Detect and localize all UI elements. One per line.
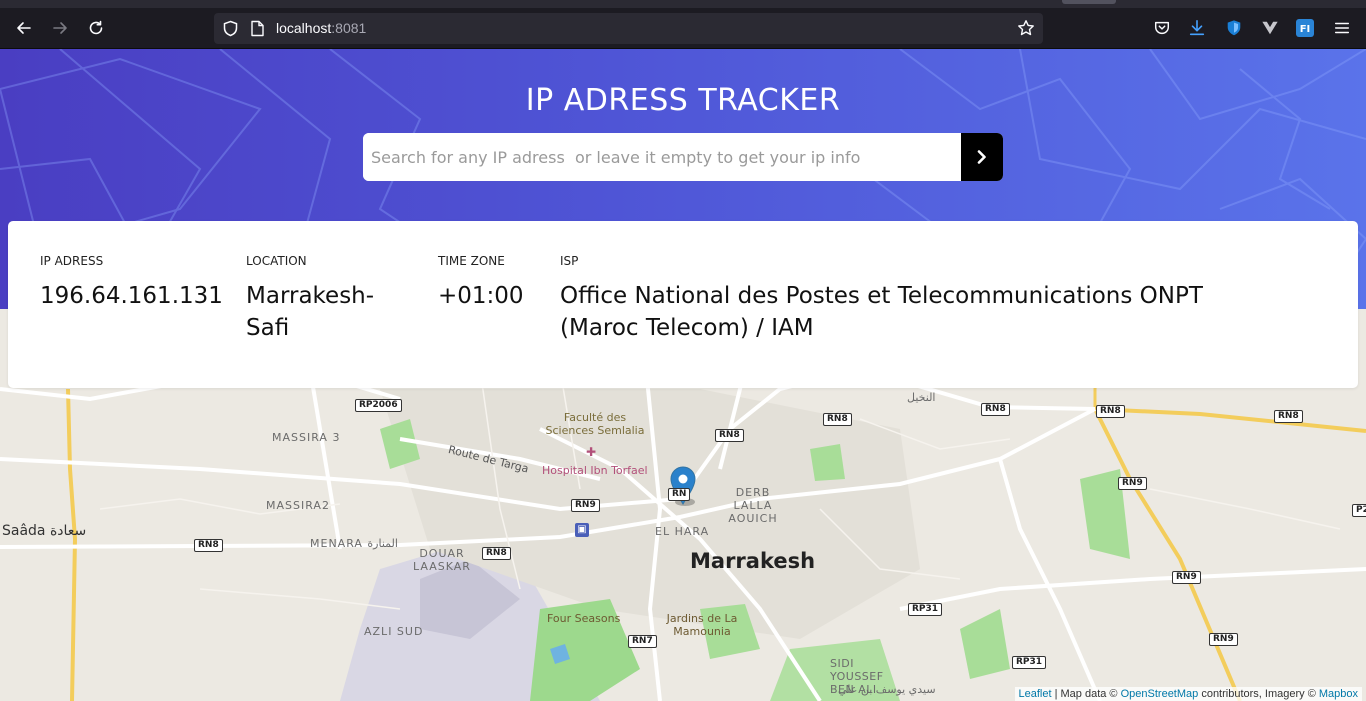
map-label-derb-lalla: DERB LALLA AOUICH (728, 486, 778, 525)
chevron-right-icon (977, 150, 986, 164)
forward-button[interactable] (46, 14, 74, 42)
road-shield-rp31: RP31 (908, 603, 943, 616)
map-label-sidi-youssef-arabic: سيدي يوسف بن علي (838, 683, 936, 696)
tab-strip (0, 0, 1366, 8)
bitwarden-extension-icon[interactable] (1224, 18, 1244, 38)
attribution-separator: | Map data © (1051, 688, 1121, 700)
map-label-menara: MENARA المنارة (310, 537, 398, 550)
location-value: Marrakesh-Safi (246, 283, 375, 341)
road-shield-rn8: RN8 (715, 429, 744, 442)
pocket-icon[interactable] (1152, 18, 1172, 38)
road-shield-rn8: RN8 (1096, 405, 1125, 418)
map-label-faculte: Faculté des Sciences Semlalia (545, 411, 645, 437)
road-shield-rp31: RP31 (1012, 656, 1047, 669)
attribution-middle: contributors, Imagery © (1198, 688, 1319, 700)
road-shield-p2: P2 (1352, 504, 1366, 517)
isp-value: Office National des Postes et Telecommun… (560, 283, 1203, 341)
road-shield-rn8: RN8 (823, 413, 852, 426)
road-shield-rn9: RN9 (571, 499, 600, 512)
map-label-saada-latin: Saâda (2, 523, 46, 539)
road-shield-rn9: RN9 (1172, 571, 1201, 584)
map-label-menara-arabic: المنارة (367, 537, 398, 550)
downloads-icon[interactable] (1187, 18, 1207, 38)
road-shield-rp2006: RP2006 (355, 399, 402, 412)
search-form (363, 133, 1003, 181)
timezone-label: TIME ZONE (438, 254, 505, 268)
map-label-jardins: Jardins de La Mamounia (666, 612, 738, 638)
extension-fi-icon[interactable]: FI (1295, 18, 1315, 38)
vue-devtools-icon[interactable] (1260, 18, 1280, 38)
train-station-icon: ▣ (575, 523, 589, 537)
map-label-massira3: MASSIRA 3 (272, 431, 341, 444)
page-info-icon[interactable] (250, 20, 265, 37)
forward-arrow-icon (53, 22, 67, 34)
map-label-four-seasons: Four Seasons (547, 612, 621, 625)
map-attribution: Leaflet | Map data © OpenStreetMap contr… (1014, 687, 1362, 701)
map-label-hospital: Hospital Ibn Torfael (542, 464, 648, 477)
map-label-city: Marrakesh (690, 549, 816, 573)
back-button[interactable] (10, 14, 38, 42)
search-submit-button[interactable] (961, 133, 1003, 181)
park-palmeraie (960, 609, 1010, 679)
road-shield-rn8: RN8 (482, 547, 511, 560)
ip-search-input[interactable] (363, 133, 961, 181)
browser-toolbar: localhost:8081 FI (0, 0, 1366, 49)
back-arrow-icon (17, 22, 31, 34)
map-label-douar-laaskar: DOUAR LAASKAR (413, 547, 471, 573)
road-shield-rn9: RN9 (1118, 477, 1147, 490)
isp-section: ISP Office National des Postes et Teleco… (560, 254, 1280, 344)
park-center (810, 444, 845, 481)
ip-info-card: IP ADRESS 196.64.161.131 LOCATION Marrak… (8, 221, 1358, 388)
road-shield-rn9: RN9 (1209, 633, 1238, 646)
map-label-menara-latin: MENARA (310, 537, 363, 550)
location-section: LOCATION Marrakesh-Safi (246, 254, 396, 344)
isp-label: ISP (560, 254, 579, 268)
ip-address-label: IP ADRESS (40, 254, 104, 268)
menu-hamburger-icon[interactable] (1332, 18, 1352, 38)
reload-button[interactable] (82, 14, 110, 42)
bookmark-star-icon[interactable] (1017, 19, 1035, 37)
road-shield-rn8: RN8 (981, 403, 1010, 416)
url-text[interactable]: localhost:8081 (276, 20, 366, 36)
location-label: LOCATION (246, 254, 307, 268)
road-rn8-east (1094, 407, 1366, 433)
road-shield-rn: RN (668, 488, 691, 501)
svg-text:FI: FI (1300, 24, 1311, 35)
road-shield-rn8: RN8 (1274, 410, 1303, 423)
map-label-saada-arabic: سعادة (49, 523, 87, 539)
reload-icon (89, 20, 103, 35)
openstreetmap-link[interactable]: OpenStreetMap (1121, 688, 1199, 700)
tab-indicator[interactable] (1062, 0, 1116, 4)
map-label-azli-sud: AZLI SUD (364, 625, 424, 638)
map-label-el-hara: EL HARA (655, 525, 710, 538)
address-bar[interactable]: localhost:8081 (214, 13, 1043, 44)
ip-address-value: 196.64.161.131 (40, 283, 223, 309)
map-label-saada: Saâda سعادة (2, 523, 86, 539)
timezone-section: TIME ZONE +01:00 (438, 254, 548, 312)
mapbox-link[interactable]: Mapbox (1319, 688, 1358, 700)
ip-address-section: IP ADRESS 196.64.161.131 (40, 254, 230, 312)
road-shield-rn7: RN7 (628, 635, 657, 648)
map-label-nakhil: النخيل (907, 391, 936, 404)
tracking-protection-icon[interactable] (222, 20, 239, 37)
leaflet-link[interactable]: Leaflet (1019, 688, 1052, 700)
map-label-massira2: MASSIRA2 (266, 499, 330, 512)
url-host: localhost (276, 20, 332, 36)
url-port: :8081 (331, 20, 367, 36)
road-shield-rn8: RN8 (194, 539, 223, 552)
hospital-icon: ✚ (586, 445, 597, 459)
timezone-value: +01:00 (438, 283, 524, 309)
page-title: IP ADRESS TRACKER (525, 83, 841, 118)
